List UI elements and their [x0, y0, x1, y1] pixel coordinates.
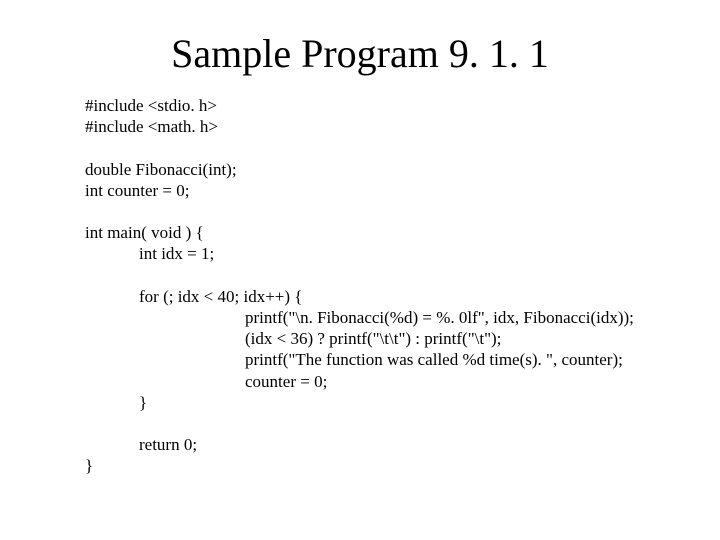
code-line: for (; idx < 40; idx++) { — [85, 286, 720, 307]
code-line: } — [85, 392, 720, 413]
blank-line — [85, 265, 720, 286]
code-line: return 0; — [85, 434, 720, 455]
code-line: printf("\n. Fibonacci(%d) = %. 0lf", idx… — [85, 307, 720, 328]
code-line: counter = 0; — [85, 371, 720, 392]
code-line: int main( void ) { — [85, 222, 720, 243]
code-line: } — [85, 455, 720, 476]
code-line: #include <math. h> — [85, 116, 720, 137]
blank-line — [85, 138, 720, 159]
code-line: int idx = 1; — [85, 243, 720, 264]
slide-container: Sample Program 9. 1. 1 #include <stdio. … — [0, 0, 720, 540]
code-line: int counter = 0; — [85, 180, 720, 201]
code-line: double Fibonacci(int); — [85, 159, 720, 180]
code-line: printf("The function was called %d time(… — [85, 349, 720, 370]
code-block: #include <stdio. h> #include <math. h> d… — [0, 95, 720, 477]
blank-line — [85, 201, 720, 222]
code-line: #include <stdio. h> — [85, 95, 720, 116]
slide-title: Sample Program 9. 1. 1 — [0, 30, 720, 77]
blank-line — [85, 413, 720, 434]
code-line: (idx < 36) ? printf("\t\t") : printf("\t… — [85, 328, 720, 349]
